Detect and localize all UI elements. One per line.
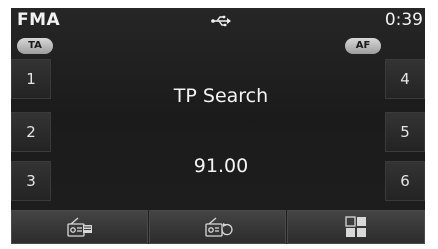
radio-list-button[interactable] <box>11 210 148 244</box>
menu-grid-icon <box>345 216 366 237</box>
af-button[interactable]: AF <box>345 38 381 54</box>
usb-icon <box>211 15 231 27</box>
ta-button[interactable]: TA <box>17 38 53 54</box>
status-bar: FMA 0:39 <box>11 8 425 36</box>
preset-3-button[interactable]: 3 <box>11 161 51 201</box>
radio-scan-icon <box>204 217 233 237</box>
band-label: FMA <box>17 10 61 30</box>
preset-4-button[interactable]: 4 <box>385 59 425 99</box>
frequency-display: 91.00 <box>193 155 249 177</box>
clock: 0:39 <box>384 10 423 30</box>
radio-list-icon <box>66 217 92 237</box>
menu-grid-button[interactable] <box>287 210 425 244</box>
preset-1-button[interactable]: 1 <box>11 59 51 99</box>
preset-6-button[interactable]: 6 <box>385 161 425 201</box>
preset-2-button[interactable]: 2 <box>11 112 51 152</box>
tp-search-message: TP Search <box>173 85 269 107</box>
radio-screen: FMA 0:39 TA AF 1 2 3 4 5 6 TP Search 91.… <box>11 8 425 244</box>
bottom-toolbar <box>11 210 425 244</box>
radio-scan-button[interactable] <box>149 210 286 244</box>
preset-5-button[interactable]: 5 <box>385 112 425 152</box>
